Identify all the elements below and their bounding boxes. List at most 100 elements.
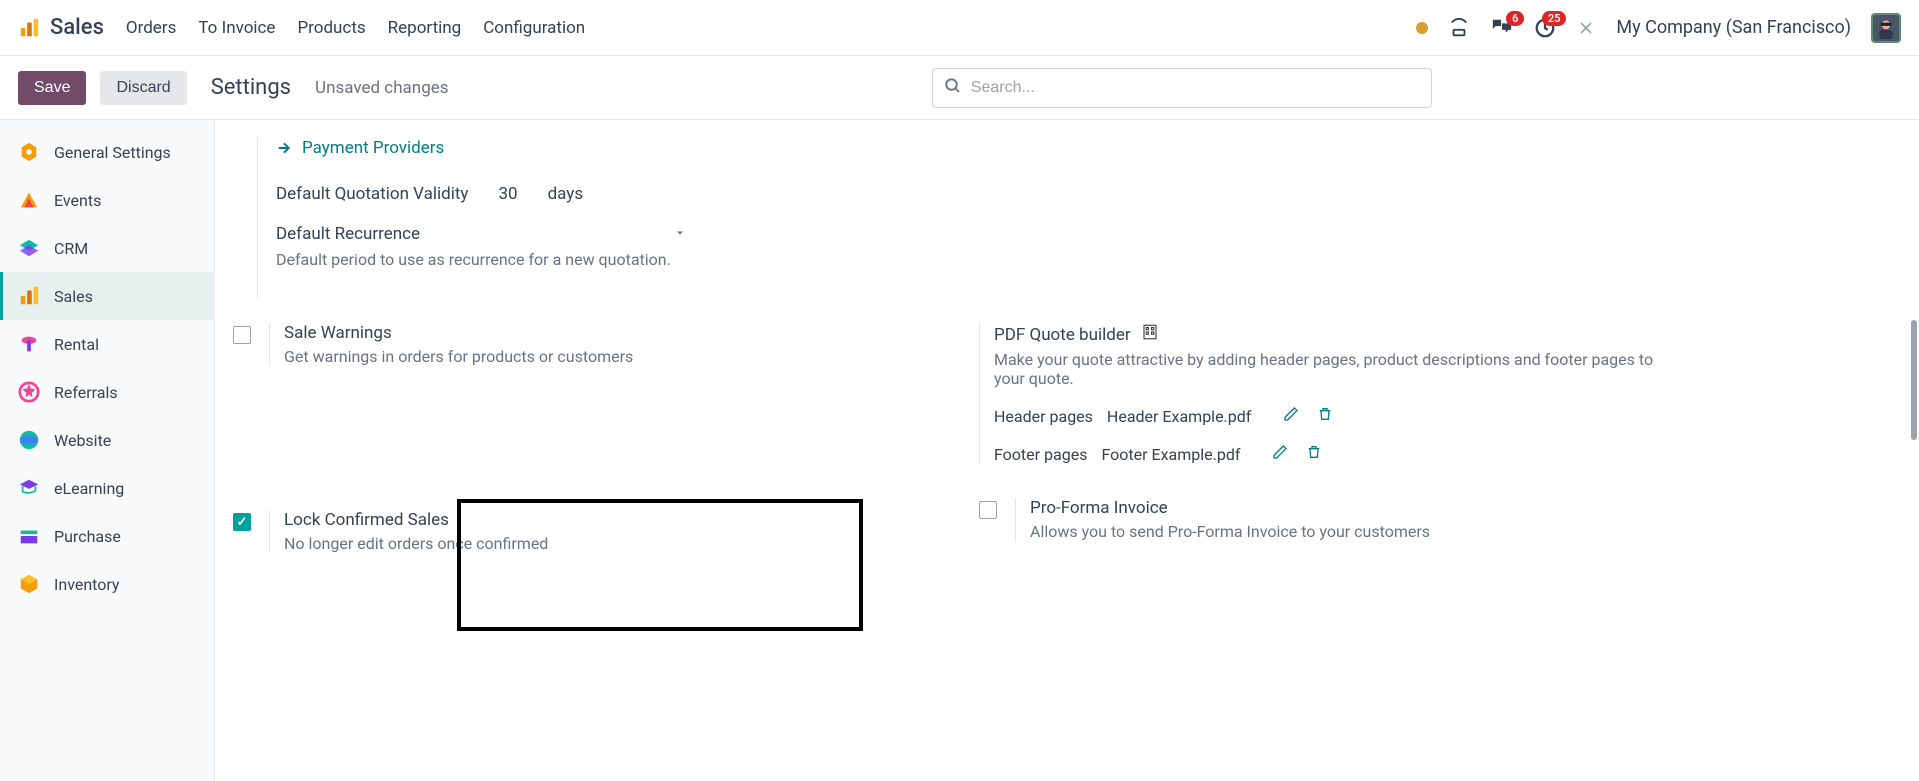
settings-sidebar: General Settings Events CRM Sales Rental… [0,120,215,781]
search-icon [944,77,962,99]
activities-badge: 25 [1542,11,1567,26]
menu-orders[interactable]: Orders [126,18,176,38]
tools-icon[interactable] [1576,18,1596,38]
elearning-icon [18,477,40,499]
user-avatar[interactable] [1871,13,1901,43]
sidebar-item-rental[interactable]: Rental [0,320,214,368]
app-name: Sales [50,15,104,40]
setting-sale-warnings: Sale Warnings Get warnings in orders for… [233,319,939,396]
building-icon [1141,323,1159,346]
lock-confirmed-title: Lock Confirmed Sales [284,510,548,530]
sidebar-item-referrals[interactable]: Referrals [0,368,214,416]
payment-providers-link[interactable]: Payment Providers [276,138,1685,158]
sidebar-item-label: Events [54,191,101,210]
quotation-validity-value[interactable]: 30 [498,184,517,204]
lock-confirmed-checkbox[interactable] [233,513,251,531]
header-file-name[interactable]: Header Example.pdf [1107,407,1251,426]
search-input[interactable] [932,68,1432,108]
default-recurrence-row: Default Recurrence [276,224,686,244]
inventory-icon [18,573,40,595]
settings-col-left: Sale Warnings Get warnings in orders for… [233,319,939,583]
header-file-row: Header pages Header Example.pdf [994,406,1685,426]
search-wrap [932,68,1432,108]
lock-confirmed-desc: No longer edit orders once confirmed [284,534,548,553]
default-recurrence-label: Default Recurrence [276,224,420,244]
footer-edit-icon[interactable] [1272,444,1288,464]
page-title: Settings [211,75,291,100]
referrals-icon [18,381,40,403]
quotation-validity-label: Default Quotation Validity [276,184,468,204]
company-switcher[interactable]: My Company (San Francisco) [1616,17,1851,38]
menu-configuration[interactable]: Configuration [483,18,585,38]
header-pages-label: Header pages [994,407,1093,426]
voip-icon[interactable] [1448,17,1470,39]
top-nav: Sales Orders To Invoice Products Reporti… [0,0,1919,56]
footer-pages-label: Footer pages [994,445,1087,464]
menu-reporting[interactable]: Reporting [388,18,462,38]
sidebar-item-elearning[interactable]: eLearning [0,464,214,512]
events-icon [18,189,40,211]
brand[interactable]: Sales [18,15,104,40]
sidebar-item-label: eLearning [54,479,124,498]
sidebar-item-crm[interactable]: CRM [0,224,214,272]
footer-file-row: Footer pages Footer Example.pdf [994,444,1685,464]
settings-content[interactable]: Payment Providers Default Quotation Vali… [215,120,1919,781]
sidebar-item-sales[interactable]: Sales [0,272,214,320]
sale-warnings-title: Sale Warnings [284,323,633,343]
scrollbar-thumb[interactable] [1911,320,1917,440]
status-dot-icon[interactable] [1416,22,1428,34]
sidebar-item-purchase[interactable]: Purchase [0,512,214,560]
crm-icon [18,237,40,259]
pdf-quote-title-text: PDF Quote builder [994,325,1131,345]
messages-icon[interactable]: 6 [1490,17,1514,39]
sidebar-item-label: Sales [54,287,93,306]
sale-warnings-desc: Get warnings in orders for products or c… [284,347,633,366]
sidebar-item-label: Inventory [54,575,120,594]
payment-providers-label: Payment Providers [302,138,444,158]
purchase-icon [18,525,40,547]
setting-proforma: Pro-Forma Invoice Allows you to send Pro… [979,494,1685,571]
sales-app-icon [18,17,40,39]
setting-pdf-quote: PDF Quote builder Make your quote attrac… [979,319,1685,494]
sales-icon [18,285,40,307]
sidebar-item-label: Purchase [54,527,121,546]
sidebar-item-label: CRM [54,239,88,258]
recurrence-dropdown-caret[interactable] [674,225,686,243]
settings-col-right: PDF Quote builder Make your quote attrac… [979,319,1685,583]
top-nav-left: Sales Orders To Invoice Products Reporti… [18,15,585,40]
rental-icon [18,333,40,355]
main-layout: General Settings Events CRM Sales Rental… [0,120,1919,781]
footer-delete-icon[interactable] [1306,444,1322,464]
activities-icon[interactable]: 25 [1534,17,1556,39]
settings-grid: Sale Warnings Get warnings in orders for… [275,319,1685,583]
pdf-quote-title: PDF Quote builder [994,323,1685,346]
setting-lock-confirmed: Lock Confirmed Sales No longer edit orde… [233,506,939,583]
save-button[interactable]: Save [18,71,86,105]
top-nav-right: 6 25 My Company (San Francisco) [1416,13,1901,43]
pdf-quote-desc: Make your quote attractive by adding hea… [994,350,1685,388]
sidebar-item-label: General Settings [54,143,171,162]
sidebar-item-label: Referrals [54,383,118,402]
sidebar-item-label: Rental [54,335,99,354]
footer-file-name[interactable]: Footer Example.pdf [1101,445,1240,464]
website-icon [18,429,40,451]
unsaved-changes-label: Unsaved changes [315,78,449,98]
sale-warnings-checkbox[interactable] [233,326,251,344]
menu-products[interactable]: Products [297,18,365,38]
sidebar-item-events[interactable]: Events [0,176,214,224]
messages-badge: 6 [1506,11,1524,26]
recurrence-help-text: Default period to use as recurrence for … [276,250,1685,269]
sidebar-item-label: Website [54,431,111,450]
sidebar-item-inventory[interactable]: Inventory [0,560,214,608]
proforma-checkbox[interactable] [979,501,997,519]
menu-to-invoice[interactable]: To Invoice [198,18,275,38]
discard-button[interactable]: Discard [100,71,186,105]
header-edit-icon[interactable] [1283,406,1299,426]
sidebar-item-website[interactable]: Website [0,416,214,464]
header-delete-icon[interactable] [1317,406,1333,426]
quotation-validity-unit: days [548,184,584,204]
quotation-validity-row: Default Quotation Validity 30 days [276,184,1685,204]
control-bar: Save Discard Settings Unsaved changes [0,56,1919,120]
sidebar-item-general-settings[interactable]: General Settings [0,128,214,176]
proforma-title: Pro-Forma Invoice [1030,498,1430,518]
